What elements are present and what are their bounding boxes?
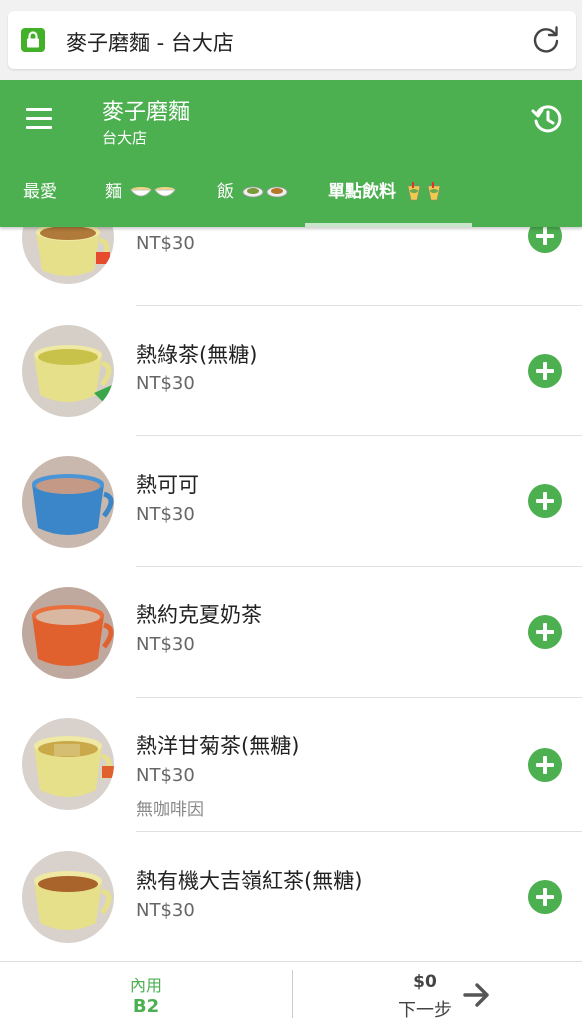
menu-item-photo [22, 227, 114, 284]
active-tab-indicator [305, 223, 472, 227]
table-number: B2 [132, 996, 160, 1017]
rice-bowl-icon [243, 186, 288, 198]
tab-label: 單點飲料 [328, 182, 396, 202]
tab-label: 麵 [105, 182, 122, 202]
menu-item[interactable]: NT$30 [0, 227, 582, 305]
menu-item-name: 熱綠茶(無糖) [136, 343, 258, 367]
menu-item[interactable]: 熱洋甘菊茶(無糖) NT$30 無咖啡因 [0, 698, 582, 832]
menu-item-photo [22, 456, 114, 548]
history-icon[interactable] [530, 102, 564, 136]
menu-item[interactable]: 熱綠茶(無糖) NT$30 [0, 306, 582, 436]
arrow-right-icon [463, 983, 489, 1007]
menu-item-price: NT$30 [136, 504, 195, 525]
menu-item[interactable]: 熱有機大吉嶺紅茶(無糖) NT$30 [0, 832, 582, 961]
menu-item-photo [22, 325, 114, 417]
order-type-label: 內用 [129, 976, 162, 995]
branch-name: 台大店 [102, 129, 148, 147]
tab-noodles[interactable]: 麵 [105, 158, 177, 227]
menu-icon[interactable] [22, 105, 56, 133]
add-icon[interactable] [528, 748, 562, 782]
tab-label: 最愛 [23, 182, 57, 202]
menu-item-photo [22, 851, 114, 943]
tab-label: 飯 [217, 182, 234, 202]
reload-icon[interactable] [530, 24, 562, 56]
menu-item-photo [22, 587, 114, 679]
menu-item-photo [22, 718, 114, 810]
menu-item-price: NT$30 [136, 634, 195, 655]
menu-item-price: NT$30 [136, 765, 195, 786]
lock-icon [21, 28, 45, 52]
order-total: $0 [413, 972, 437, 992]
menu-item[interactable]: 熱約克夏奶茶 NT$30 [0, 567, 582, 697]
address-bar[interactable]: 麥子磨麵 - 台大店 [8, 11, 576, 69]
add-icon[interactable] [528, 227, 562, 253]
order-type-button[interactable]: 內用 B2 [0, 962, 292, 1024]
drink-icon [407, 182, 441, 201]
url-text: 麥子磨麵 - 台大店 [66, 31, 234, 55]
menu-item-name: 熱有機大吉嶺紅茶(無糖) [136, 869, 363, 893]
menu-item-price: NT$30 [136, 233, 195, 254]
next-step-button[interactable]: $0 下一步 [293, 962, 582, 1024]
bottom-bar: 內用 B2 $0 下一步 [0, 961, 582, 1024]
menu-item-note: 無咖啡因 [136, 800, 204, 820]
add-icon[interactable] [528, 615, 562, 649]
menu-item-name: 熱可可 [136, 473, 199, 497]
store-name: 麥子磨麵 [102, 100, 191, 125]
menu-item-list[interactable]: NT$30 熱綠茶(無糖) NT$30 熱可可 NT$30 熱約克夏奶茶 NT$… [0, 227, 582, 961]
browser-toolbar: 麥子磨麵 - 台大店 [0, 0, 582, 80]
tab-rice[interactable]: 飯 [217, 158, 288, 227]
add-icon[interactable] [528, 880, 562, 914]
noodle-bowl-icon [130, 187, 177, 197]
menu-item-name: 熱洋甘菊茶(無糖) [136, 734, 300, 758]
next-step-label: 下一步 [398, 1000, 452, 1021]
menu-item-price: NT$30 [136, 373, 195, 394]
tab-favorites[interactable]: 最愛 [23, 158, 57, 227]
category-tabs: 最愛 麵 飯 單點飲料 [0, 158, 582, 227]
app-header: 麥子磨麵 台大店 [0, 80, 582, 158]
menu-item-price: NT$30 [136, 900, 195, 921]
menu-item-name: 熱約克夏奶茶 [136, 603, 262, 627]
add-icon[interactable] [528, 484, 562, 518]
tab-drinks[interactable]: 單點飲料 [328, 158, 445, 227]
menu-item[interactable]: 熱可可 NT$30 [0, 436, 582, 566]
add-icon[interactable] [528, 354, 562, 388]
